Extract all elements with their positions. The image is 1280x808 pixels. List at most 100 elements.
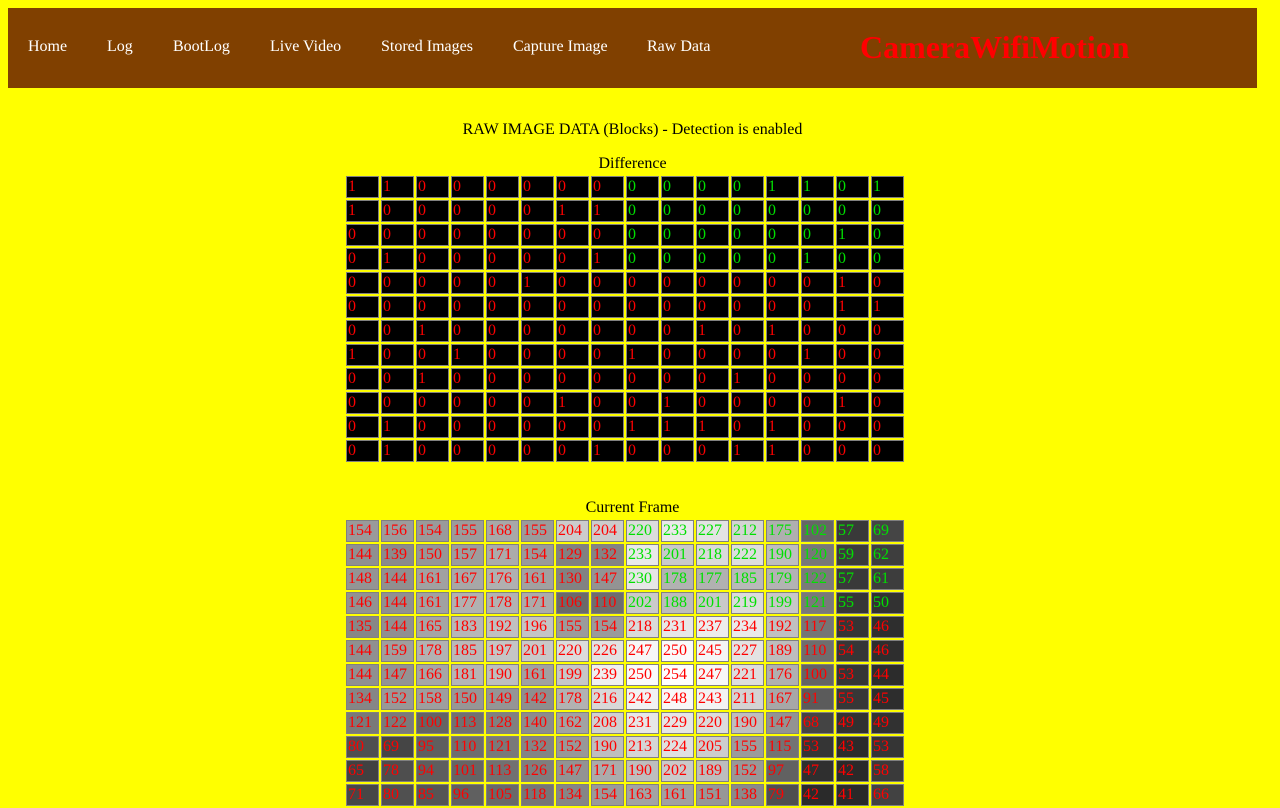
frame-cell: 155 (556, 616, 589, 638)
nav-bootlog-link[interactable]: BootLog (173, 8, 230, 88)
frame-row: 121 122 100 113 128 140 162 208 231 229 220 190 147 6… (346, 712, 904, 734)
difference-cell: 1 (556, 392, 589, 414)
frame-cell: 62 (871, 544, 904, 566)
frame-cell: 178 (416, 640, 449, 662)
difference-cell: 0 (731, 176, 764, 198)
frame-cell: 49 (836, 712, 869, 734)
difference-cell: 0 (556, 176, 589, 198)
frame-cell: 68 (801, 712, 834, 734)
difference-cell: 0 (451, 416, 484, 438)
difference-cell: 1 (766, 440, 799, 462)
difference-cell: 0 (871, 248, 904, 270)
frame-cell: 165 (416, 616, 449, 638)
frame-cell: 220 (696, 712, 729, 734)
difference-cell: 0 (591, 272, 624, 294)
difference-cell: 0 (766, 368, 799, 390)
difference-cell: 0 (696, 368, 729, 390)
difference-caption: Difference (598, 155, 667, 172)
difference-cell: 1 (521, 272, 554, 294)
frame-cell: 85 (416, 784, 449, 806)
difference-cell: 0 (556, 440, 589, 462)
frame-cell: 248 (661, 688, 694, 710)
difference-cell: 0 (836, 200, 869, 222)
frame-cell: 205 (696, 736, 729, 758)
difference-cell: 0 (486, 392, 519, 414)
difference-cell: 0 (556, 296, 589, 318)
frame-cell: 219 (731, 592, 764, 614)
difference-cell: 1 (451, 344, 484, 366)
difference-cell: 1 (556, 200, 589, 222)
frame-cell: 224 (661, 736, 694, 758)
frame-cell: 201 (696, 592, 729, 614)
difference-row: 0000010000000010 (346, 272, 904, 294)
frame-cell: 53 (836, 616, 869, 638)
nav-raw-data-link[interactable]: Raw Data (647, 8, 711, 88)
difference-cell: 0 (381, 368, 414, 390)
nav-home-link[interactable]: Home (28, 8, 67, 88)
frame-cell: 233 (626, 544, 659, 566)
difference-cell: 1 (871, 296, 904, 318)
frame-cell: 69 (381, 736, 414, 758)
difference-cell: 0 (626, 440, 659, 462)
frame-cell: 152 (731, 760, 764, 782)
frame-row: 80 69 95 110 121 132 152 190 213 224 205 155 115 53 43… (346, 736, 904, 758)
difference-cell: 0 (381, 224, 414, 246)
frame-cell: 100 (801, 664, 834, 686)
frame-cell: 128 (486, 712, 519, 734)
difference-cell: 0 (416, 296, 449, 318)
difference-cell: 0 (591, 368, 624, 390)
frame-cell: 130 (556, 568, 589, 590)
frame-cell: 231 (626, 712, 659, 734)
difference-cell: 0 (871, 440, 904, 462)
nav-live-video-link[interactable]: Live Video (270, 8, 341, 88)
frame-cell: 220 (556, 640, 589, 662)
difference-cell: 0 (661, 368, 694, 390)
frame-cell: 161 (521, 664, 554, 686)
difference-cell: 0 (766, 248, 799, 270)
difference-cell: 0 (766, 224, 799, 246)
difference-cell: 0 (521, 176, 554, 198)
frame-cell: 61 (871, 568, 904, 590)
difference-cell: 0 (591, 176, 624, 198)
frame-cell: 211 (731, 688, 764, 710)
frame-cell: 139 (381, 544, 414, 566)
difference-cell: 0 (381, 344, 414, 366)
difference-cell: 1 (766, 176, 799, 198)
frame-cell: 147 (381, 664, 414, 686)
difference-cell: 0 (346, 224, 379, 246)
difference-cell: 0 (871, 200, 904, 222)
frame-cell: 167 (451, 568, 484, 590)
difference-cell: 0 (731, 296, 764, 318)
frame-cell: 204 (591, 520, 624, 542)
difference-cell: 0 (766, 200, 799, 222)
difference-cell: 0 (766, 272, 799, 294)
difference-cell: 0 (871, 392, 904, 414)
difference-cell: 0 (696, 344, 729, 366)
difference-cell: 0 (416, 272, 449, 294)
frame-cell: 49 (871, 712, 904, 734)
difference-cell: 0 (521, 224, 554, 246)
frame-cell: 155 (731, 736, 764, 758)
nav-capture-image-link[interactable]: Capture Image (513, 8, 608, 88)
nav-log-link[interactable]: Log (107, 8, 133, 88)
difference-cell: 1 (836, 392, 869, 414)
frame-cell: 190 (766, 544, 799, 566)
frame-cell: 254 (661, 664, 694, 686)
frame-cell: 192 (486, 616, 519, 638)
frame-cell: 110 (801, 640, 834, 662)
frame-cell: 177 (451, 592, 484, 614)
frame-cell: 54 (836, 640, 869, 662)
frame-cell: 201 (521, 640, 554, 662)
difference-cell: 0 (486, 440, 519, 462)
difference-cell: 0 (661, 320, 694, 342)
frame-cell: 94 (416, 760, 449, 782)
difference-cell: 0 (696, 248, 729, 270)
frame-cell: 231 (661, 616, 694, 638)
difference-cell: 0 (801, 440, 834, 462)
frame-cell: 242 (626, 688, 659, 710)
difference-cell: 0 (871, 272, 904, 294)
difference-cell: 1 (591, 440, 624, 462)
nav-stored-images-link[interactable]: Stored Images (381, 8, 473, 88)
difference-cell: 0 (801, 296, 834, 318)
frame-cell: 202 (626, 592, 659, 614)
